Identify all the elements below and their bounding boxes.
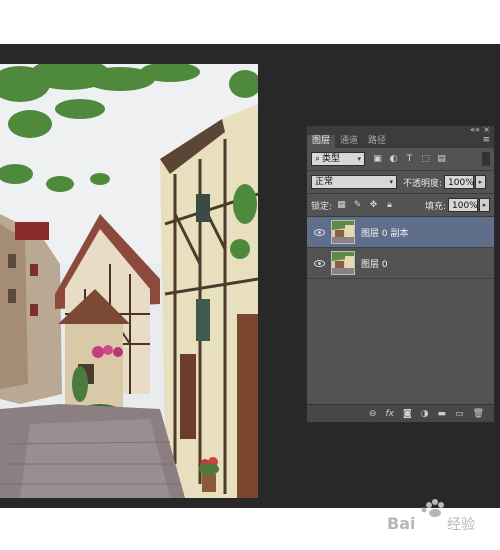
chevron-down-icon: ▾ — [389, 178, 393, 186]
close-icon[interactable]: × — [483, 125, 490, 134]
tab-channels[interactable]: 通道 — [335, 135, 363, 148]
street-photo — [0, 64, 258, 498]
lock-label: 锁定: — [311, 201, 333, 212]
panel-menu-icon[interactable]: ≡ — [482, 135, 490, 145]
layer-thumbnail — [331, 220, 355, 244]
link-icon[interactable]: ⊖ — [369, 409, 377, 419]
layers-panel: «« × 图层 通道 路径 ≡ ⌕ 类型 ▾ ▣ ◐ T ⬚ ▤ 正常 ▾ 不透… — [306, 125, 495, 423]
layer-row[interactable]: 图层 0 副本 — [307, 217, 494, 248]
lock-row: 锁定: ▦ ✎ ✥ 🔒︎ 填充: 100% ▸ — [307, 194, 494, 216]
trash-icon[interactable]: 🗑︎ — [473, 409, 484, 419]
tab-layers[interactable]: 图层 — [307, 135, 336, 148]
lock-position-icon[interactable]: ✥ — [367, 199, 380, 212]
tab-paths[interactable]: 路径 — [363, 135, 391, 148]
collapse-icon[interactable]: «« — [470, 125, 480, 134]
group-folder-icon[interactable]: ▬ — [438, 409, 447, 419]
new-layer-icon[interactable]: ▭ — [455, 409, 464, 419]
layer-thumbnail — [331, 251, 355, 275]
opacity-label: 不透明度: — [403, 178, 443, 189]
canvas-photo[interactable] — [0, 64, 258, 498]
filter-kind-label: 类型 — [322, 154, 341, 164]
fill-label: 填充: — [424, 201, 446, 212]
filter-kind-select[interactable]: ⌕ 类型 ▾ — [311, 152, 365, 166]
panel-bottom-toolbar: ⊖ fx ◙ ◑ ▬ ▭ 🗑︎ — [307, 404, 494, 422]
fill-dropdown-icon[interactable]: ▸ — [479, 198, 490, 212]
lock-transparent-icon[interactable]: ▦ — [335, 199, 348, 212]
blend-mode-label: 正常 — [315, 177, 334, 187]
filter-toggle-icon[interactable] — [482, 152, 490, 166]
filter-pixel-icon[interactable]: ▣ — [371, 153, 384, 166]
panel-titlebar: «« × — [307, 125, 494, 134]
filter-row: ⌕ 类型 ▾ ▣ ◐ T ⬚ ▤ — [307, 148, 494, 170]
panel-tabs: 图层 通道 路径 ≡ — [307, 134, 494, 148]
fill-input[interactable]: 100% — [448, 198, 478, 212]
layer-name: 图层 0 — [361, 259, 388, 270]
baidu-logo-icon: Bai 经验 — [387, 499, 475, 533]
baidu-watermark: Bai 经验 — [385, 497, 497, 537]
blend-mode-select[interactable]: 正常 ▾ — [311, 175, 397, 189]
filter-type-icon[interactable]: T — [403, 153, 416, 166]
lock-all-icon[interactable]: 🔒︎ — [383, 199, 396, 212]
layer-row[interactable]: 图层 0 — [307, 248, 494, 279]
watermark-right-text: 经验 — [447, 517, 475, 533]
layer-name: 图层 0 副本 — [361, 228, 409, 239]
visibility-eye-icon[interactable] — [307, 259, 331, 267]
filter-adjustment-icon[interactable]: ◐ — [387, 153, 400, 166]
fx-icon[interactable]: fx — [385, 409, 394, 419]
opacity-input[interactable]: 100% — [444, 175, 475, 189]
search-icon: ⌕ — [315, 154, 321, 164]
filter-smart-object-icon[interactable]: ▤ — [435, 153, 448, 166]
lock-brush-icon[interactable]: ✎ — [351, 199, 364, 212]
layers-list: 图层 0 副本 图层 0 — [307, 217, 494, 373]
adjustment-icon[interactable]: ◑ — [421, 409, 429, 419]
mask-icon[interactable]: ◙ — [403, 409, 412, 419]
watermark-left-text: Bai — [387, 514, 415, 533]
chevron-down-icon: ▾ — [357, 155, 361, 163]
visibility-eye-icon[interactable] — [307, 228, 331, 236]
filter-shape-icon[interactable]: ⬚ — [419, 153, 432, 166]
blend-row: 正常 ▾ 不透明度: 100% ▸ — [307, 171, 494, 193]
opacity-dropdown-icon[interactable]: ▸ — [475, 175, 487, 189]
